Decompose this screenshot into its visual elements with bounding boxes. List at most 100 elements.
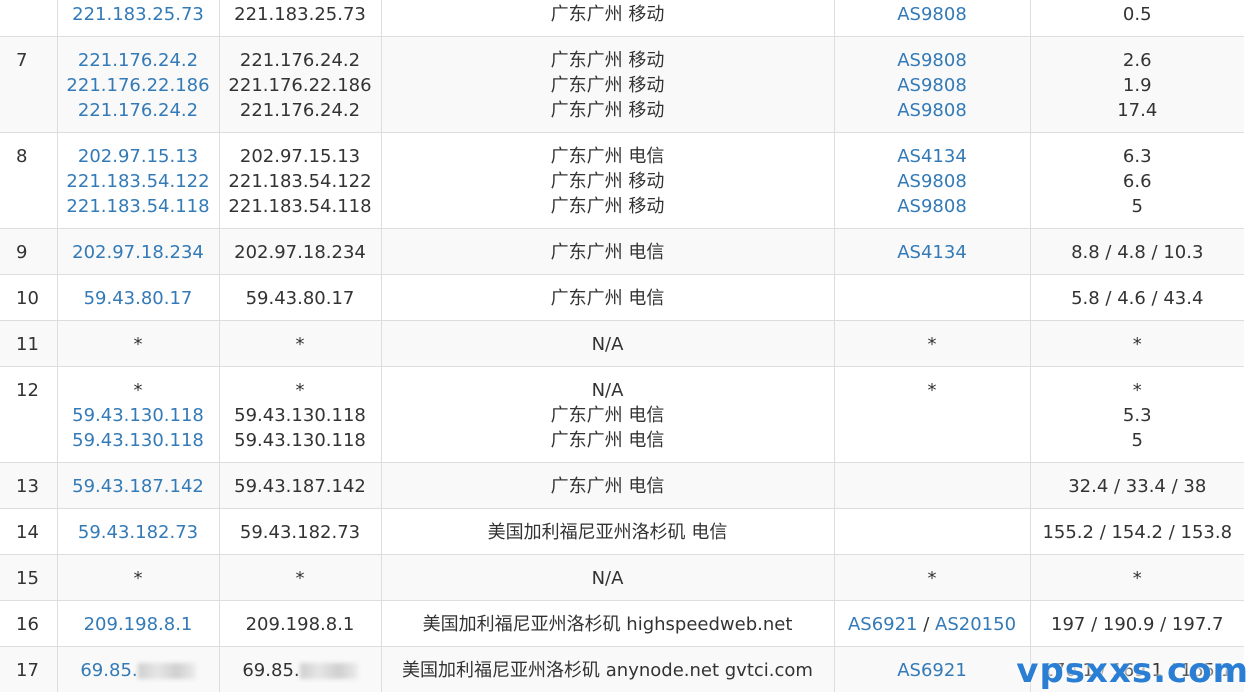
table-row: 14 59.43.182.73 59.43.182.73 美国加利福尼亚州洛杉矶 电信…: [0, 508, 1244, 555]
hostname-cell: 202.97.15.13 221.183.54.122 221.183.54.118: [218, 132, 381, 229]
as-link[interactable]: AS9808: [897, 75, 967, 96]
table-row: 7 221.176.24.2 221.176.22.186 221.176.24.2 2…: [0, 36, 1244, 133]
location-cell: 美国加利福尼亚州洛杉矶 anynode.net gvtci.com: [380, 646, 834, 692]
ip-link[interactable]: 209.198.8.1: [84, 614, 193, 635]
hostname-text: *: [295, 568, 305, 589]
ip-link[interactable]: 202.97.18.234: [72, 242, 204, 263]
latency-text: 155.2 / 154.2 / 153.8: [1042, 522, 1233, 543]
as-link[interactable]: AS9808: [897, 171, 967, 192]
hostname-cell: 59.43.182.73: [218, 508, 381, 555]
traceroute-table: 221.183.25.73 221.183.25.73 广东广州 移动 AS9808 0…: [0, 0, 1244, 692]
location-text: 广东广州 移动: [550, 75, 665, 96]
hostname-text: 221.183.54.122: [228, 171, 372, 192]
time-cell: *: [1029, 554, 1244, 601]
latency-text: 197 / 190.9 / 197.7: [1051, 614, 1224, 635]
location-text: 广东广州 电信: [550, 405, 665, 426]
ip-cell: *: [56, 320, 219, 367]
as-link[interactable]: AS9808: [897, 50, 967, 71]
location-text: 美国加利福尼亚州洛杉矶 电信: [487, 522, 728, 543]
ip-link[interactable]: 59.43.80.17: [84, 288, 193, 309]
hop-number: 17: [16, 660, 39, 681]
latency-text: 2.6: [1122, 50, 1152, 71]
hostname-cell: 221.183.25.73: [218, 0, 381, 37]
hostname-text: *: [295, 334, 305, 355]
hostname-text: 221.176.24.2: [239, 50, 361, 71]
location-text: 广东广州 移动: [550, 100, 665, 121]
location-text: 美国加利福尼亚州洛杉矶 anynode.net gvtci.com: [402, 660, 813, 681]
ip-link[interactable]: 59.43.130.118: [72, 430, 204, 451]
ip-link[interactable]: 59.43.187.142: [72, 476, 204, 497]
hostname-text: 221.176.22.186: [228, 75, 372, 96]
hostname-text: 59.43.130.118: [234, 405, 366, 426]
location-cell: N/A 广东广州 电信 广东广州 电信: [380, 366, 834, 463]
latency-text: 32.4 / 33.4 / 38: [1068, 476, 1207, 497]
latency-text: 8.8 / 4.8 / 10.3: [1071, 242, 1204, 263]
location-text: 广东广州 电信: [550, 288, 665, 309]
ip-link[interactable]: 69.85.: [80, 660, 137, 681]
ip-text: *: [133, 334, 143, 355]
hop-number: 8: [16, 146, 28, 167]
hop-cell: 9: [0, 228, 57, 275]
hop-cell: 11: [0, 320, 57, 367]
ip-cell: 59.43.182.73: [56, 508, 219, 555]
as-cell: AS6921: [833, 646, 1030, 692]
ip-cell: 202.97.18.234: [56, 228, 219, 275]
as-cell: AS9808: [833, 0, 1030, 37]
hop-number: [16, 2, 57, 27]
latency-text: 5: [1131, 196, 1143, 217]
location-cell: 广东广州 电信 广东广州 移动 广东广州 移动: [380, 132, 834, 229]
ip-link[interactable]: 202.97.15.13: [78, 146, 198, 167]
hop-cell: 10: [0, 274, 57, 321]
ip-link[interactable]: 221.176.24.2: [78, 50, 198, 71]
hop-number: 7: [16, 50, 28, 71]
as-text: *: [927, 568, 937, 589]
latency-text: *: [1132, 568, 1142, 589]
ip-link[interactable]: 221.183.54.122: [66, 171, 209, 192]
hostname-cell: *: [218, 320, 381, 367]
hostname-cell: 202.97.18.234: [218, 228, 381, 275]
ip-cell: * 59.43.130.118 59.43.130.118: [56, 366, 219, 463]
location-text: N/A: [591, 380, 624, 401]
hop-number: 14: [16, 522, 39, 543]
time-cell: 5.8 / 4.6 / 43.4: [1029, 274, 1244, 321]
as-link[interactable]: AS6921: [897, 660, 967, 681]
location-text: 广东广州 移动: [550, 50, 665, 71]
location-cell: 广东广州 电信: [380, 462, 834, 509]
as-link[interactable]: AS9808: [897, 100, 967, 121]
as-link[interactable]: AS9808: [897, 4, 967, 25]
as-link[interactable]: AS4134: [897, 146, 967, 167]
as-link[interactable]: AS9808: [897, 196, 967, 217]
hop-number: 11: [16, 334, 39, 355]
hostname-cell: 59.43.80.17: [218, 274, 381, 321]
latency-text: 6.6: [1122, 171, 1152, 192]
ip-link[interactable]: 59.43.130.118: [72, 405, 204, 426]
location-text: 广东广州 电信: [550, 242, 665, 263]
table-row: 8 202.97.15.13 221.183.54.122 221.183.54.11…: [0, 132, 1244, 229]
ip-cell: 221.176.24.2 221.176.22.186 221.176.24.2: [56, 36, 219, 133]
hop-cell: 16: [0, 600, 57, 647]
as-link[interactable]: AS4134: [897, 242, 967, 263]
hostname-cell: *: [218, 554, 381, 601]
ip-link[interactable]: 221.176.24.2: [78, 100, 198, 121]
ip-link[interactable]: 221.183.54.118: [66, 196, 209, 217]
ip-link[interactable]: 221.183.25.73: [72, 4, 204, 25]
hop-number: 10: [16, 288, 39, 309]
hop-cell: 8: [0, 132, 57, 229]
hop-number: 9: [16, 242, 28, 263]
ip-link[interactable]: 59.43.182.73: [78, 522, 198, 543]
table-row: 16 209.198.8.1 209.198.8.1 美国加利福尼亚州洛杉矶 high…: [0, 600, 1244, 647]
hostname-text: 202.97.18.234: [234, 242, 366, 263]
ip-cell: 209.198.8.1: [56, 600, 219, 647]
as-link[interactable]: AS20150: [935, 614, 1016, 635]
table-row: 13 59.43.187.142 59.43.187.142 广东广州 电信 32.4 …: [0, 462, 1244, 509]
as-link[interactable]: AS6921: [848, 614, 918, 635]
ip-cell: 59.43.187.142: [56, 462, 219, 509]
hop-cell: 17: [0, 646, 57, 692]
latency-text: *: [1132, 334, 1142, 355]
hop-cell: 14: [0, 508, 57, 555]
hostname-text: 59.43.130.118: [234, 430, 366, 451]
as-cell: *: [833, 554, 1030, 601]
as-text: *: [927, 334, 937, 355]
ip-link[interactable]: 221.176.22.186: [66, 75, 209, 96]
location-cell: 广东广州 移动 广东广州 移动 广东广州 移动: [380, 36, 834, 133]
